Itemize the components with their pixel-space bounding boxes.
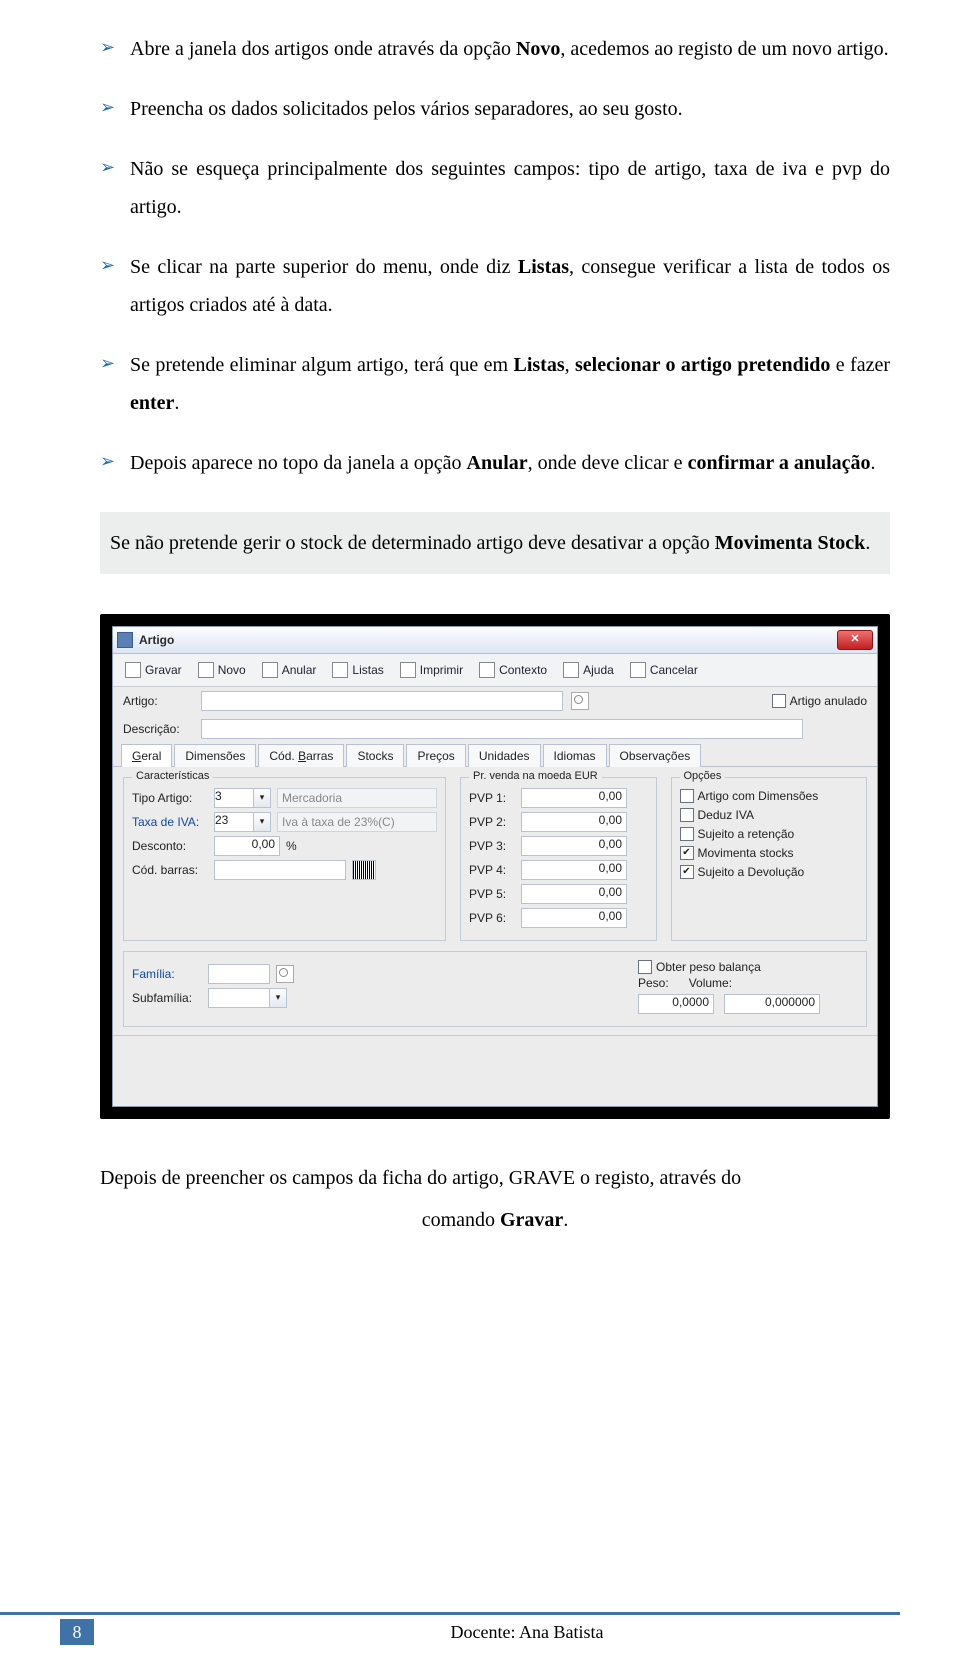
pvp5-input[interactable]: 0,00	[521, 884, 627, 904]
context-icon	[479, 662, 495, 678]
toolbar-novo[interactable]: Novo	[192, 660, 252, 680]
window-title: Artigo	[139, 633, 837, 647]
fieldset-caracteristicas: Características Tipo Artigo: 3▾ Mercador…	[123, 777, 446, 941]
opt-retencao[interactable]: Sujeito a retenção	[680, 827, 859, 841]
opt-dimensoes[interactable]: Artigo com Dimensões	[680, 789, 859, 803]
tabs: Geral Dimensões Cód. Barras Stocks Preço…	[113, 743, 877, 767]
footer-docente: Docente: Ana Batista	[154, 1622, 900, 1643]
pvp4-input[interactable]: 0,00	[521, 860, 627, 880]
artigo-input[interactable]	[201, 691, 563, 711]
tipo-name: Mercadoria	[277, 788, 437, 808]
pvp3-input[interactable]: 0,00	[521, 836, 627, 856]
toolbar-imprimir[interactable]: Imprimir	[394, 660, 469, 680]
row-artigo: Artigo: Artigo anulado	[113, 687, 877, 715]
peso-input[interactable]: 0,0000	[638, 994, 714, 1014]
opt-devolucao[interactable]: ✔Sujeito a Devolução	[680, 865, 859, 879]
bullet-list: Abre a janela dos artigos onde através d…	[100, 30, 890, 482]
tab-geral[interactable]: Geral	[121, 744, 172, 767]
descricao-label: Descrição:	[123, 722, 193, 736]
iva-select[interactable]: 23▾	[214, 812, 271, 832]
tab-observacoes[interactable]: Observações	[609, 744, 702, 767]
titlebar: Artigo ✕	[113, 627, 877, 654]
page-number: 8	[60, 1619, 94, 1645]
note-block: Se não pretende gerir o stock de determi…	[100, 512, 890, 574]
tab-codbarras[interactable]: Cód. Barras	[258, 744, 344, 767]
toolbar-listas[interactable]: Listas	[326, 660, 389, 680]
close-button[interactable]: ✕	[837, 630, 873, 650]
new-icon	[198, 662, 214, 678]
app-icon	[117, 632, 133, 648]
toolbar-cancelar[interactable]: Cancelar	[624, 660, 704, 680]
bullet-4: Se clicar na parte superior do menu, ond…	[100, 248, 890, 324]
window-artigo: Artigo ✕ Gravar Novo Anular Listas Impri…	[112, 626, 878, 1107]
barcode-icon[interactable]	[352, 860, 376, 880]
opt-balanca[interactable]: Obter peso balança	[638, 960, 858, 974]
row-descricao: Descrição:	[113, 715, 877, 743]
close-icon	[630, 662, 646, 678]
panel-geral: Características Tipo Artigo: 3▾ Mercador…	[113, 767, 877, 1035]
opt-deduz-iva[interactable]: Deduz IVA	[680, 808, 859, 822]
cancel-icon	[262, 662, 278, 678]
fieldset-opcoes: Opções Artigo com Dimensões Deduz IVA Su…	[671, 777, 868, 941]
toolbar-gravar[interactable]: Gravar	[119, 660, 188, 680]
bullet-1: Abre a janela dos artigos onde através d…	[100, 30, 890, 68]
fieldset-pvp: Pr. venda na moeda EUR PVP 1:0,00 PVP 2:…	[460, 777, 657, 941]
help-icon	[563, 662, 579, 678]
toolbar-anular[interactable]: Anular	[256, 660, 323, 680]
tab-idiomas[interactable]: Idiomas	[543, 744, 607, 767]
pvp1-input[interactable]: 0,00	[521, 788, 627, 808]
print-icon	[400, 662, 416, 678]
pvp6-input[interactable]: 0,00	[521, 908, 627, 928]
pvp2-input[interactable]: 0,00	[521, 812, 627, 832]
opt-movimenta-stocks[interactable]: ✔Movimenta stocks	[680, 846, 859, 860]
tipo-select[interactable]: 3▾	[214, 788, 271, 808]
artigo-anulado-check[interactable]: Artigo anulado	[772, 694, 867, 708]
familia-input[interactable]	[208, 964, 270, 984]
window-bottom	[113, 1035, 877, 1106]
app-screenshot: Artigo ✕ Gravar Novo Anular Listas Impri…	[100, 614, 890, 1119]
bullet-2: Preencha os dados solicitados pelos vári…	[100, 90, 890, 128]
tab-unidades[interactable]: Unidades	[468, 744, 541, 767]
tab-stocks[interactable]: Stocks	[346, 744, 404, 767]
list-icon	[332, 662, 348, 678]
codbarras-input[interactable]	[214, 860, 346, 880]
volume-input[interactable]: 0,000000	[724, 994, 820, 1014]
search-icon[interactable]	[571, 692, 589, 710]
bullet-6: Depois aparece no topo da janela a opção…	[100, 444, 890, 482]
toolbar: Gravar Novo Anular Listas Imprimir Conte…	[113, 654, 877, 687]
subfamilia-select[interactable]: ▾	[208, 988, 287, 1008]
bullet-3: Não se esqueça principalmente dos seguin…	[100, 150, 890, 226]
toolbar-ajuda[interactable]: Ajuda	[557, 660, 620, 680]
panel-familia: Família: Subfamília:▾ Obter peso balança…	[123, 951, 867, 1027]
tab-precos[interactable]: Preços	[406, 744, 465, 767]
desconto-input[interactable]: 0,00	[214, 836, 280, 856]
toolbar-contexto[interactable]: Contexto	[473, 660, 553, 680]
footer: 8 Docente: Ana Batista	[0, 1612, 960, 1645]
artigo-label: Artigo:	[123, 694, 193, 708]
tab-dimensoes[interactable]: Dimensões	[174, 744, 256, 767]
iva-name: Iva à taxa de 23%(C)	[277, 812, 437, 832]
descricao-input[interactable]	[201, 719, 803, 739]
bullet-5: Se pretende eliminar algum artigo, terá …	[100, 346, 890, 422]
familia-search-icon[interactable]	[276, 965, 294, 983]
save-icon	[125, 662, 141, 678]
closing-text: Depois de preencher os campos da ficha d…	[100, 1159, 890, 1239]
